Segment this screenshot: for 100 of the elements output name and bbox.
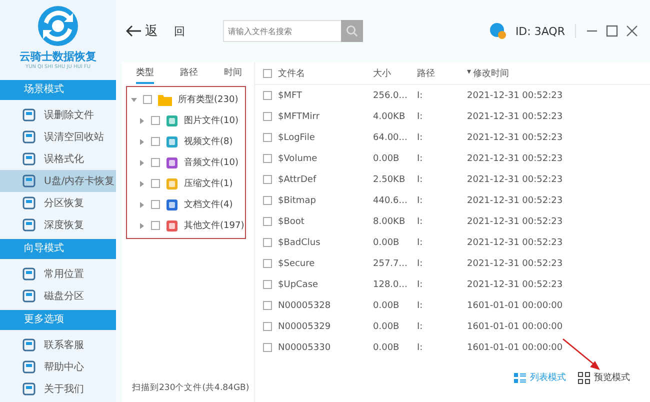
- menu-item-icon: [22, 338, 36, 352]
- sidebar-item[interactable]: 误清空回收站: [0, 126, 116, 148]
- close-icon[interactable]: [626, 25, 638, 37]
- table-cell-text: 0.00B: [373, 300, 400, 310]
- column-header[interactable]: 文件名: [278, 66, 305, 80]
- search-button[interactable]: [341, 20, 363, 42]
- table-cell: 1601-01-01 00:00:00: [467, 342, 563, 352]
- menu-item-icon: [22, 382, 36, 396]
- table-cell-text: 8.00KB: [373, 216, 406, 226]
- table-cell: $Secure: [278, 258, 315, 268]
- checkbox[interactable]: [263, 259, 272, 268]
- column-header[interactable]: 路径: [417, 66, 467, 80]
- table-cell: 2021-12-31 00:52:23: [467, 154, 563, 164]
- checkbox[interactable]: [263, 196, 272, 205]
- table-cell: $MFT: [278, 90, 302, 100]
- menu-item-icon: [22, 360, 36, 374]
- table-cell: N00005329: [278, 322, 331, 332]
- table-cell-text: I:: [417, 90, 424, 100]
- filter-tab[interactable]: 时间: [224, 62, 242, 84]
- checkbox[interactable]: [263, 217, 272, 226]
- checkbox[interactable]: [263, 91, 272, 100]
- checkbox[interactable]: [263, 112, 272, 121]
- checkbox[interactable]: [151, 116, 160, 125]
- scan-summary: 扫描到230个文件(共4.84GB): [131, 382, 250, 395]
- checkbox[interactable]: [151, 200, 160, 209]
- table-cell: $LogFile: [278, 132, 315, 142]
- sidebar-item[interactable]: 联系客服: [0, 334, 116, 356]
- caret-icon[interactable]: [131, 96, 137, 102]
- table-cell: N00005330: [278, 342, 331, 352]
- table-cell-text: 128.0...: [373, 280, 408, 290]
- checkbox[interactable]: [263, 133, 272, 142]
- folder-icon: [158, 94, 172, 106]
- table-cell-text: I:: [417, 238, 424, 248]
- video-type-icon: [166, 136, 178, 148]
- checkbox[interactable]: [151, 137, 160, 146]
- menu-item-icon: [22, 130, 36, 144]
- filter-tab[interactable]: 类型: [136, 62, 154, 84]
- checkbox[interactable]: [143, 95, 152, 104]
- annotation-arrow: [562, 338, 602, 372]
- checkbox[interactable]: [263, 343, 272, 352]
- menu-item-icon: [22, 289, 36, 303]
- caret-icon[interactable]: [139, 160, 145, 166]
- select-all-checkbox[interactable]: [263, 68, 272, 78]
- caret-icon[interactable]: [139, 222, 145, 228]
- section-header: 场景模式: [0, 80, 116, 100]
- table-cell: 2021-12-31 00:52:23: [467, 112, 563, 122]
- checkbox[interactable]: [263, 280, 272, 289]
- checkbox[interactable]: [263, 175, 272, 184]
- up-button[interactable]: 回: [174, 24, 185, 38]
- column-header[interactable]: 修改时间: [473, 66, 510, 80]
- tree-item-label[interactable]: 音频文件(10): [184, 156, 238, 169]
- table-cell: 2021-12-31 00:52:23: [467, 90, 563, 100]
- table-cell: $Bitmap: [278, 196, 316, 206]
- sidebar-item[interactable]: 关于我们: [0, 378, 116, 400]
- checkbox[interactable]: [263, 322, 272, 331]
- sidebar-item[interactable]: 分区恢复: [0, 192, 116, 214]
- checkbox[interactable]: [151, 179, 160, 188]
- sidebar-item[interactable]: 帮助中心: [0, 356, 116, 378]
- other-type-icon: [166, 220, 178, 232]
- sidebar-item[interactable]: 误格式化: [0, 148, 116, 170]
- caret-icon[interactable]: [139, 118, 145, 124]
- sidebar-item[interactable]: 常用位置: [0, 263, 116, 285]
- table-cell-text: 2.50KB: [373, 174, 406, 184]
- sidebar-item[interactable]: 磁盘分区: [0, 285, 116, 307]
- tree-item-label[interactable]: 视频文件(8): [184, 135, 233, 148]
- checkbox[interactable]: [151, 158, 160, 167]
- sidebar-item[interactable]: 深度恢复: [0, 214, 116, 236]
- caret-icon[interactable]: [139, 180, 145, 186]
- checkbox[interactable]: [263, 238, 272, 247]
- table-cell: $BadClus: [278, 238, 320, 248]
- table-cell: 1601-01-01 00:00:00: [467, 322, 563, 332]
- checkbox[interactable]: [151, 221, 160, 230]
- tree-item-label[interactable]: 图片文件(10): [184, 114, 238, 127]
- column-header[interactable]: 大小: [373, 66, 417, 80]
- table-cell: N00005328: [278, 300, 331, 310]
- menu-item-icon: [22, 196, 36, 210]
- maximize-icon[interactable]: [606, 25, 618, 37]
- table-cell: 2021-12-31 00:52:23: [467, 174, 563, 184]
- grid-view-button[interactable]: 预览模式: [578, 371, 630, 384]
- table-cell: 1601-01-01 00:00:00: [467, 300, 563, 310]
- back-button[interactable]: 返: [126, 22, 158, 40]
- sidebar-item[interactable]: 误删除文件: [0, 104, 116, 126]
- audio-type-icon: [166, 156, 178, 168]
- checkbox[interactable]: [263, 301, 272, 310]
- table-cell-text: I:: [417, 112, 424, 122]
- checkbox[interactable]: [263, 154, 272, 163]
- grid-icon: [578, 372, 590, 384]
- tree-item-label[interactable]: 压缩文件(1): [184, 177, 233, 190]
- tree-item-label[interactable]: 文档文件(4): [184, 198, 233, 211]
- caret-icon[interactable]: [139, 138, 145, 144]
- filter-tab[interactable]: 路径: [180, 62, 198, 84]
- table-cell: $Volume: [278, 154, 318, 164]
- table-cell-text: 64.00...: [373, 132, 408, 142]
- tree-item-label[interactable]: 其他文件(197): [184, 219, 244, 232]
- sidebar-item[interactable]: U盘/内存卡恢复: [0, 170, 116, 192]
- search-field[interactable]: 请输入文件名搜索: [223, 20, 341, 42]
- table-cell-text: I:: [417, 132, 424, 142]
- menu-item-icon: [22, 174, 36, 188]
- caret-icon[interactable]: [139, 202, 145, 208]
- tree-item-label[interactable]: 所有类型(230): [178, 93, 238, 106]
